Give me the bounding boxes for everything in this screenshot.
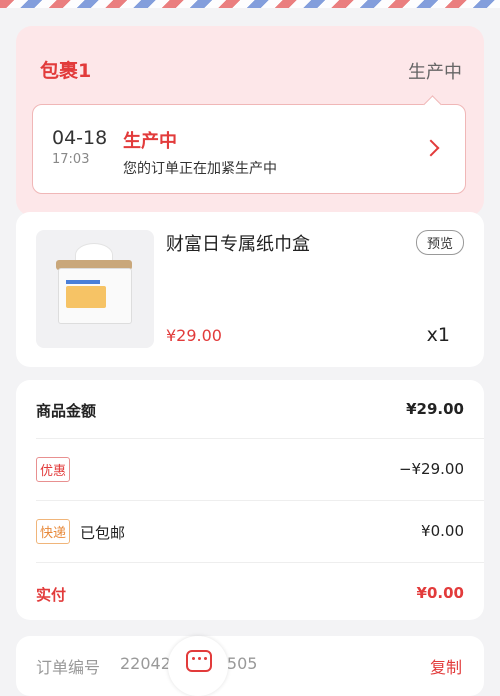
chat-icon[interactable] (168, 636, 228, 696)
preview-button[interactable]: 预览 (415, 230, 464, 255)
chat-bubble-shape (186, 650, 212, 672)
timeline-time: 17:03 (52, 152, 90, 167)
chat-dot (198, 657, 201, 660)
box-stripe-graphic (66, 280, 100, 284)
price-summary: 商品金额 ¥29.00 优惠 −¥29.00 快递 已包邮 ¥0.00 实付 ¥… (16, 380, 484, 620)
shipping-row: 快递 已包邮 ¥0.00 (36, 510, 464, 554)
logistics-timeline[interactable]: 04-18 17:03 生产中 您的订单正在加紧生产中 (32, 95, 466, 194)
goods-amount-row: 商品金额 ¥29.00 (36, 388, 464, 432)
chat-dot (192, 657, 195, 660)
product-price: ¥29.00 (166, 326, 222, 345)
copy-button[interactable]: 复制 (430, 654, 462, 678)
box-label-graphic (66, 286, 106, 308)
paid-value: ¥0.00 (416, 584, 464, 602)
product-name: 财富日专属纸巾盒 (166, 234, 310, 255)
package-status: 生产中 (408, 62, 462, 83)
paid-row: 实付 ¥0.00 (36, 572, 464, 616)
goods-amount-value: ¥29.00 (406, 400, 464, 418)
bubble-notch (423, 95, 442, 114)
product-card[interactable]: 财富日专属纸巾盒 预览 ¥29.00 x1 (16, 212, 484, 367)
package-card: 包裹1 生产中 04-18 17:03 生产中 您的订单正在加紧生产中 (16, 26, 484, 216)
discount-tag: 优惠 (36, 457, 71, 482)
chevron-right-icon[interactable] (422, 139, 440, 157)
timeline-date: 04-18 (52, 127, 108, 149)
timeline-status: 生产中 (123, 131, 177, 152)
divider (36, 562, 484, 563)
order-number-label: 订单编号 (36, 658, 101, 677)
order-info-card: 订单编号 22042 20003505 复制 (16, 636, 484, 696)
shipping-value: ¥0.00 (421, 522, 464, 540)
package-title: 包裹1 (40, 60, 92, 82)
chat-dot (204, 657, 207, 660)
shipping-text: 已包邮 (80, 524, 126, 542)
divider (36, 500, 484, 501)
paid-label: 实付 (36, 586, 67, 604)
goods-amount-label: 商品金额 (36, 402, 97, 420)
product-quantity: x1 (426, 324, 450, 346)
divider (36, 438, 484, 439)
timeline-description: 您的订单正在加紧生产中 (123, 161, 277, 177)
product-image[interactable] (36, 230, 154, 348)
shipping-tag: 快递 (36, 519, 71, 544)
discount-value: −¥29.00 (398, 460, 464, 478)
airmail-border (0, 0, 500, 8)
discount-row: 优惠 −¥29.00 (36, 448, 464, 492)
